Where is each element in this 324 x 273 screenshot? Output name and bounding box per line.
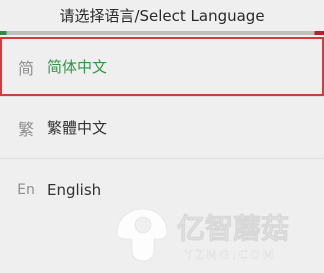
english-icon: En: [17, 181, 35, 198]
language-label: 繁體中文: [47, 119, 108, 137]
dialog-title: 请选择语言/Select Language: [0, 0, 324, 31]
language-dialog: 请选择语言/Select Language 简 简体中文 繁 繁體中文 En E…: [0, 0, 324, 273]
title-divider: [0, 31, 324, 35]
dialog-title-text: 请选择语言/Select Language: [59, 7, 265, 25]
traditional-chinese-icon: 繁: [17, 119, 34, 139]
simplified-chinese-icon: 简: [17, 58, 34, 78]
language-option-english[interactable]: En English: [0, 158, 324, 220]
watermark-domain: YZMG.COM: [184, 248, 276, 262]
language-label: 简体中文: [47, 58, 108, 76]
language-label: English: [47, 180, 102, 199]
language-option-traditional-chinese[interactable]: 繁 繁體中文: [0, 96, 324, 158]
language-list: 简 简体中文 繁 繁體中文 En English: [0, 37, 324, 220]
language-option-simplified-chinese[interactable]: 简 简体中文: [0, 37, 324, 96]
